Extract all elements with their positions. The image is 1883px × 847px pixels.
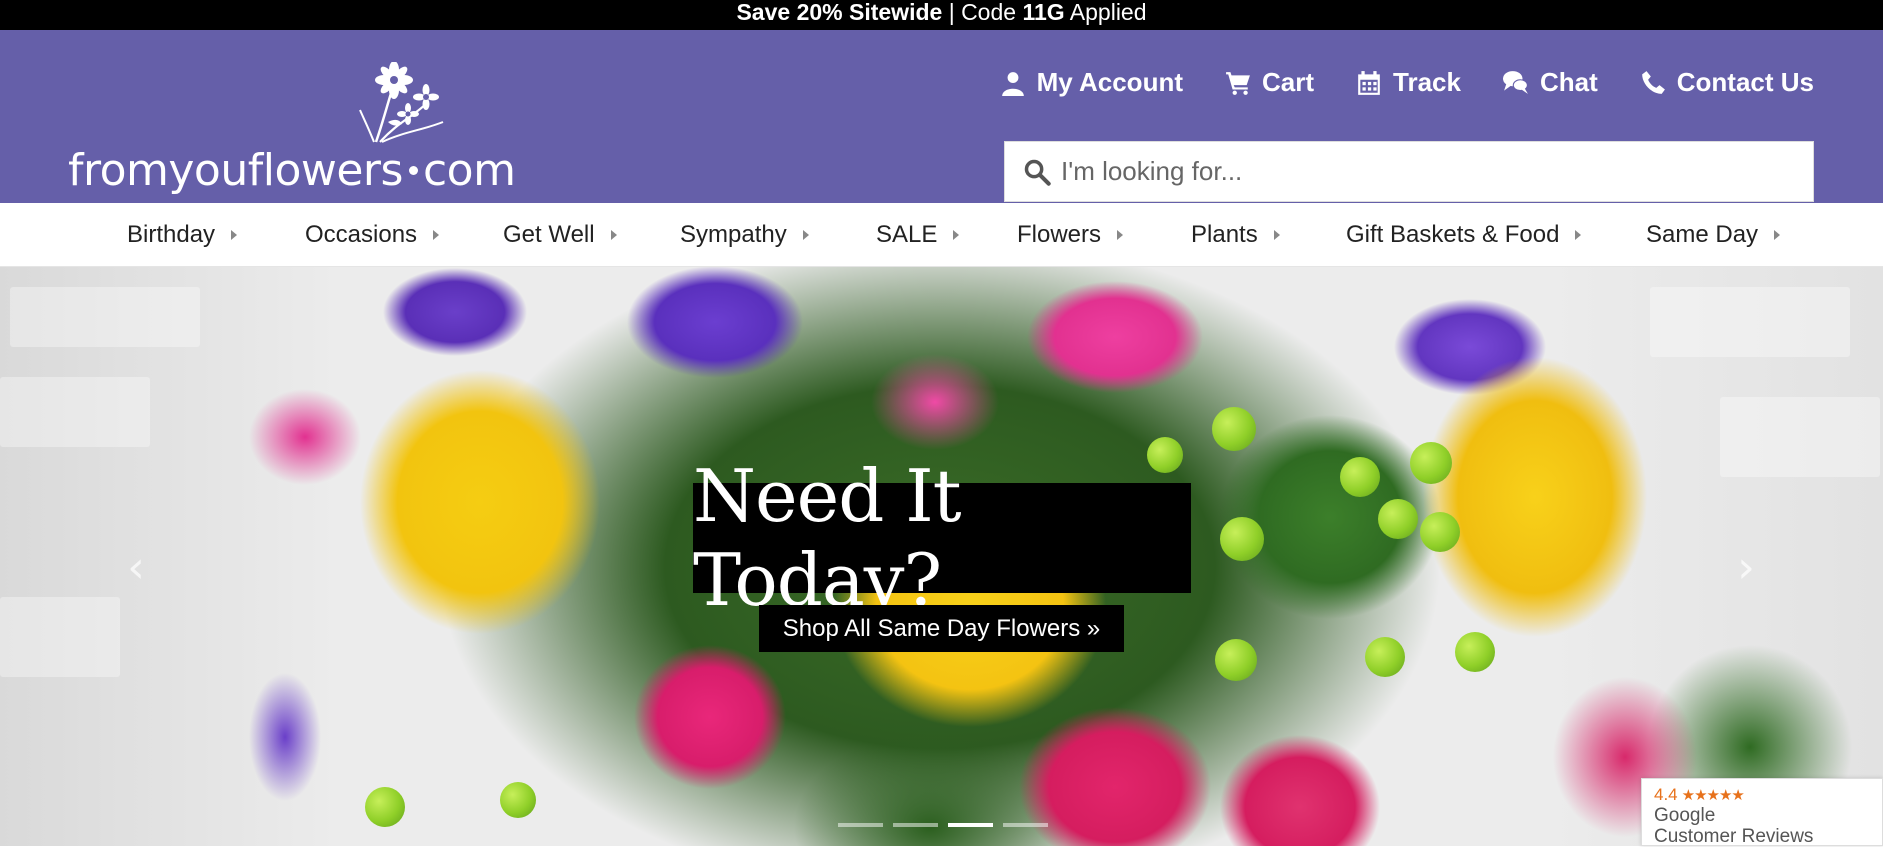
track-label: Track <box>1393 67 1461 97</box>
nav-item-label: Birthday <box>127 221 216 248</box>
background-tile <box>1720 397 1880 477</box>
nav-item-birthday[interactable]: Birthday <box>127 203 238 267</box>
hypericum-berry <box>1420 512 1460 552</box>
my-account-link[interactable]: My Account <box>1000 67 1183 98</box>
hero-headline: Need It Today? <box>693 454 1191 622</box>
search-icon-wrap[interactable] <box>1005 141 1061 202</box>
nav-item-label: Plants <box>1191 221 1258 248</box>
promo-code: 11G <box>1022 0 1065 25</box>
caret-right-icon <box>802 230 809 240</box>
my-account-label: My Account <box>1036 67 1183 97</box>
carousel-prev-icon[interactable]: ‹ <box>118 542 154 593</box>
cart-label: Cart <box>1262 67 1315 97</box>
background-tile <box>0 597 120 677</box>
nav-item-occasions[interactable]: Occasions <box>305 203 440 267</box>
hero-carousel[interactable]: Need It Today? Shop All Same Day Flowers… <box>0 267 1883 846</box>
hypericum-berry <box>1220 517 1264 561</box>
nav-item-plants[interactable]: Plants <box>1191 203 1280 267</box>
caret-right-icon <box>953 230 960 240</box>
hypericum-berry <box>1378 499 1418 539</box>
star-rating-icon: ★★★★★ <box>1681 787 1745 804</box>
nav-item-gift-baskets-food[interactable]: Gift Baskets & Food <box>1346 203 1582 267</box>
nav-item-same-day[interactable]: Same Day <box>1646 203 1781 267</box>
nav-item-get-well[interactable]: Get Well <box>503 203 617 267</box>
promo-banner: Save 20% Sitewide | Code 11G Applied <box>0 0 1883 30</box>
cart-icon <box>1226 71 1250 95</box>
site-logo[interactable]: fromyouflowers com <box>68 60 516 200</box>
hypericum-berry <box>365 787 405 827</box>
logo-text-suffix: com <box>422 145 516 196</box>
nav-item-label: Gift Baskets & Food <box>1346 221 1560 248</box>
carousel-indicator[interactable] <box>893 823 938 827</box>
carousel-indicator[interactable] <box>1003 823 1048 827</box>
rating-value: 4.4 <box>1654 785 1678 804</box>
logo-dot <box>408 165 418 175</box>
nav-item-sale[interactable]: SALE <box>876 203 960 267</box>
google-label: Google <box>1654 805 1716 826</box>
hypericum-berry <box>1340 457 1380 497</box>
background-tile <box>0 377 150 447</box>
chat-icon <box>1502 70 1528 94</box>
contact-us-link[interactable]: Contact Us <box>1640 67 1814 98</box>
main-navigation: Birthday Occasions Get Well Sympathy SAL… <box>0 203 1883 267</box>
user-icon <box>1001 71 1024 96</box>
background-tile <box>1650 287 1850 357</box>
nav-item-label: Get Well <box>503 221 595 248</box>
chat-link[interactable]: Chat <box>1502 67 1598 98</box>
carousel-indicator[interactable] <box>838 823 883 827</box>
caret-right-icon <box>231 230 238 240</box>
logo-wordmark: fromyouflowers com <box>68 145 516 196</box>
search-bar <box>1004 141 1814 202</box>
nav-item-label: Occasions <box>305 221 418 248</box>
caret-right-icon <box>1117 230 1124 240</box>
carousel-indicator-active[interactable] <box>948 823 993 827</box>
caret-right-icon <box>1575 230 1582 240</box>
carousel-next-icon[interactable]: › <box>1728 542 1764 593</box>
caret-right-icon <box>610 230 617 240</box>
google-reviews-badge[interactable]: 4.4 ★★★★★ Google Customer Reviews <box>1641 778 1883 847</box>
search-icon <box>1024 159 1051 186</box>
shop-same-day-button[interactable]: Shop All Same Day Flowers » <box>759 605 1124 652</box>
carousel-indicators <box>838 823 1048 827</box>
phone-icon <box>1641 70 1665 94</box>
hypericum-berry <box>1365 637 1405 677</box>
hypericum-berry <box>1215 639 1257 681</box>
customer-reviews-label: Customer Reviews <box>1654 826 1814 847</box>
caret-right-icon <box>433 230 440 240</box>
caret-right-icon <box>1774 230 1781 240</box>
logo-text-main: fromyouflowers <box>68 145 403 196</box>
search-input[interactable] <box>1061 142 1813 201</box>
calendar-icon <box>1358 70 1380 95</box>
contact-us-label: Contact Us <box>1676 67 1814 97</box>
hypericum-berry <box>1455 632 1495 672</box>
hypericum-berry <box>500 782 536 818</box>
header-utility-links: My Account Cart Track Chat Contact Us <box>1000 60 1814 105</box>
promo-separator: | Code <box>942 0 1023 25</box>
nav-item-sympathy[interactable]: Sympathy <box>680 203 809 267</box>
nav-item-label: Sympathy <box>680 221 787 248</box>
flower-logo-icon <box>359 62 444 143</box>
chat-label: Chat <box>1539 67 1598 97</box>
background-tile <box>10 287 200 347</box>
rating-row: 4.4 ★★★★★ <box>1654 785 1870 805</box>
hypericum-berry <box>1212 407 1256 451</box>
promo-suffix: Applied <box>1064 0 1147 25</box>
nav-item-flowers[interactable]: Flowers <box>1017 203 1124 267</box>
hypericum-berry <box>1410 442 1452 484</box>
nav-item-label: Same Day <box>1646 221 1759 248</box>
nav-item-label: Flowers <box>1017 221 1102 248</box>
site-header: fromyouflowers com My Account Cart Track … <box>0 30 1883 203</box>
cart-link[interactable]: Cart <box>1225 67 1314 98</box>
track-link[interactable]: Track <box>1356 67 1461 98</box>
nav-item-label: SALE <box>876 221 938 248</box>
promo-headline: Save 20% Sitewide <box>736 0 943 25</box>
caret-right-icon <box>1273 230 1280 240</box>
